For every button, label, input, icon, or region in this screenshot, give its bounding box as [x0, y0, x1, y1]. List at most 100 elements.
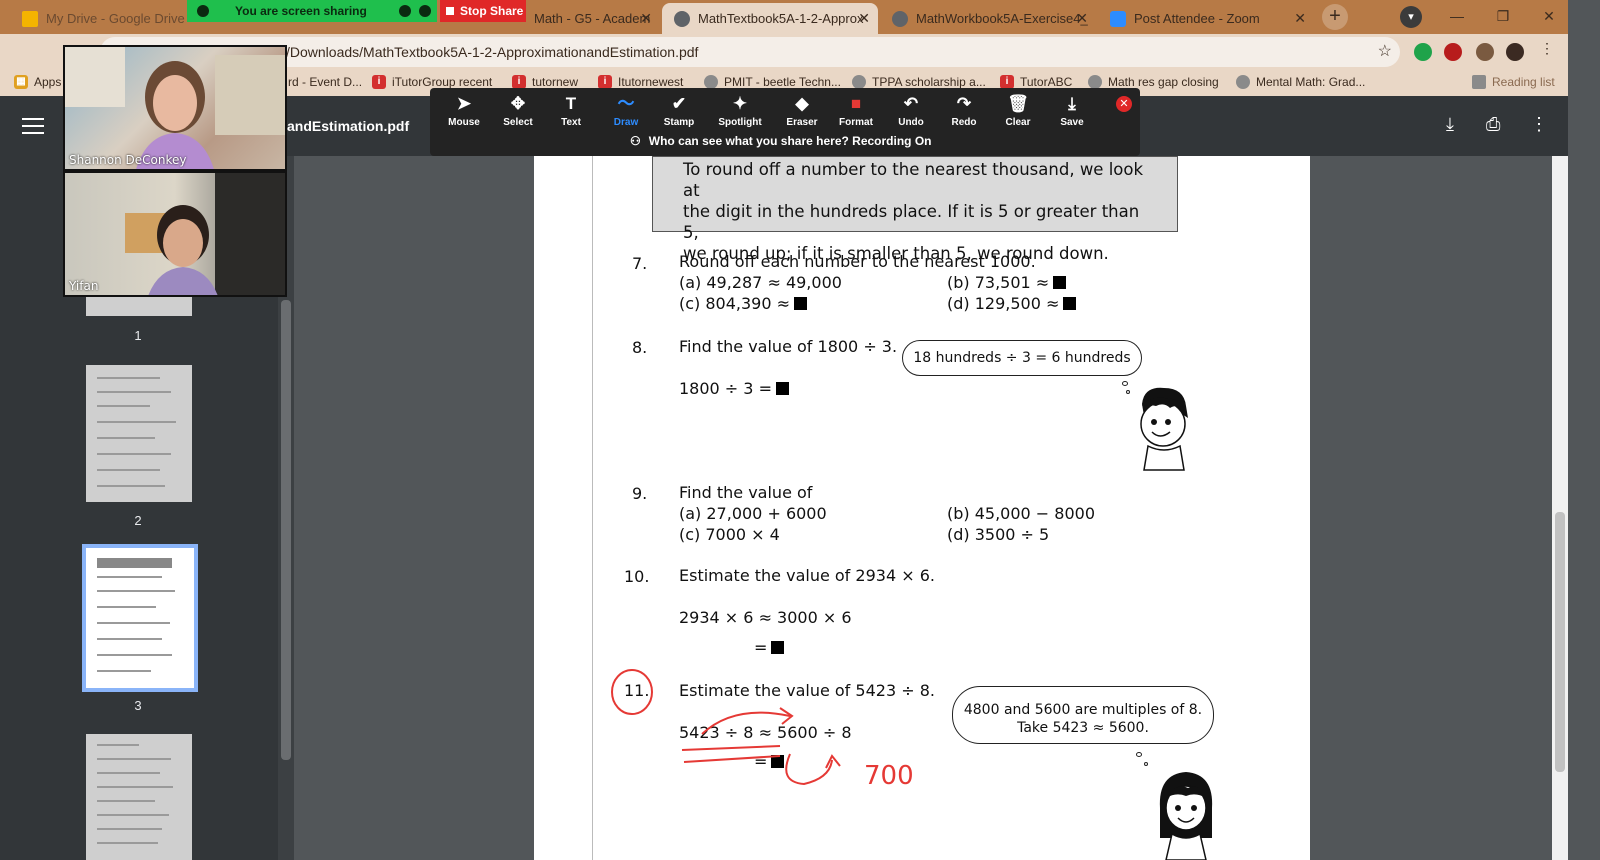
eraser-tool[interactable]: ◆ Eraser	[776, 93, 828, 128]
select-tool[interactable]: ✥ Select	[492, 93, 544, 128]
reading-list[interactable]: Reading list	[1472, 75, 1555, 89]
bookmark-label: Apps	[34, 75, 62, 89]
page-scrollbar-thumb[interactable]	[1555, 512, 1565, 772]
page-thumbnail-4[interactable]	[86, 734, 192, 860]
page-thumbnail-1[interactable]	[86, 296, 192, 316]
globe-icon	[1088, 75, 1102, 89]
more-menu-icon[interactable]: ⋮	[1540, 40, 1558, 58]
avatar[interactable]	[1506, 43, 1524, 61]
globe-icon	[892, 10, 908, 27]
bookmark-label: PMIT - beetle Techn...	[724, 75, 841, 89]
redo-icon: ↷	[956, 94, 972, 113]
page-scrollbar[interactable]	[1552, 156, 1568, 860]
text-tool[interactable]: T Text	[545, 93, 597, 128]
tool-label: Draw	[613, 117, 639, 128]
close-icon[interactable]: ✕	[858, 10, 870, 27]
bookmark-apps[interactable]: ▦ Apps	[14, 75, 61, 89]
page-thumbnail-3[interactable]	[82, 544, 198, 692]
tab-zoom[interactable]: Post Attendee - Zoom ✕	[1098, 3, 1314, 34]
new-tab-button[interactable]: +	[1322, 4, 1348, 30]
bookmark-tppa[interactable]: TPPA scholarship a...	[852, 75, 986, 89]
spotlight-tool[interactable]: ✦ Spotlight	[714, 93, 766, 128]
tool-label: Eraser	[786, 117, 818, 128]
ublock-icon[interactable]	[1444, 43, 1462, 61]
tab-google-drive[interactable]: My Drive - Google Drive	[10, 3, 190, 34]
close-window-button[interactable]: ✕	[1526, 0, 1572, 32]
sidebar-scrollbar-thumb[interactable]	[281, 300, 291, 760]
bookmark-label: Reading list	[1492, 75, 1555, 89]
close-icon[interactable]: ✕	[640, 10, 652, 27]
recording-note-text: Who can see what you share here? Recordi…	[648, 134, 932, 148]
print-icon[interactable]: ⎙	[1486, 114, 1500, 135]
tab-math-workbook[interactable]: MathWorkbook5A-Exercise4_ ✕	[880, 3, 1096, 34]
draw-tool[interactable]: 〜 Draw	[600, 93, 652, 128]
page-thumbnail-2[interactable]	[86, 365, 192, 502]
video-tile-participant[interactable]: Yifan	[63, 171, 287, 297]
eraser-icon: ◆	[795, 94, 809, 113]
address-bar[interactable]: /Downloads/MathTextbook5A-1-2-Approximat…	[100, 37, 1400, 67]
minimize-button[interactable]: —	[1434, 0, 1480, 32]
bookmark-label: rd - Event D...	[288, 75, 363, 89]
extension-icon[interactable]	[1414, 43, 1432, 61]
bookmark-label: Mental Math: Grad...	[1256, 75, 1366, 89]
itutor-icon: i	[1000, 75, 1014, 89]
bookmark-pmit[interactable]: PMIT - beetle Techn...	[704, 75, 841, 89]
stop-share-button[interactable]: Stop Share	[440, 0, 526, 22]
bookmark-tutornew[interactable]: i tutornew	[512, 75, 578, 89]
draw-icon: 〜	[617, 94, 635, 113]
google-drive-icon	[22, 10, 38, 27]
bookmark-event[interactable]: rd - Event D...	[288, 75, 362, 89]
tab-label: My Drive - Google Drive	[46, 11, 185, 26]
itutor-icon: i	[598, 75, 612, 89]
tab-label: MathTextbook5A-1-2-Approx	[698, 11, 864, 26]
bookmark-itutornewest[interactable]: i Itutornewest	[598, 75, 683, 89]
clear-tool[interactable]: 🗑 Clear	[992, 93, 1044, 128]
bookmark-label: iTutorGroup recent	[392, 75, 493, 89]
tab-search-icon[interactable]: ▾	[1400, 6, 1422, 28]
pdf-page: To round off a number to the nearest tho…	[534, 156, 1310, 860]
zoom-annotation-toolbar: ➤ Mouse ✥ Select T Text 〜 Draw ✔ Stamp ✦ Spotl…	[430, 88, 1140, 156]
more-options-icon[interactable]: ⋮	[1530, 114, 1548, 135]
zoom-icon	[1110, 10, 1126, 27]
save-icon: ⤓	[1068, 94, 1076, 113]
close-icon[interactable]: ✕	[1294, 10, 1306, 27]
mouse-tool[interactable]: ➤ Mouse	[438, 93, 490, 128]
format-tool[interactable]: ■ Format	[830, 93, 882, 128]
apps-grid-icon: ▦	[14, 75, 28, 89]
close-annotation-button[interactable]: ✕	[1116, 96, 1132, 112]
star-icon[interactable]: ☆	[1378, 37, 1392, 67]
download-icon[interactable]: ⤓	[1446, 114, 1454, 135]
itutor-icon: i	[512, 75, 526, 89]
pdf-filename: andEstimation.pdf	[287, 118, 410, 134]
recording-note[interactable]: ⚇ Who can see what you share here? Record…	[630, 134, 932, 148]
globe-icon	[704, 75, 718, 89]
bookmark-label: Itutornewest	[618, 75, 684, 89]
redo-tool[interactable]: ↷ Redo	[938, 93, 990, 128]
tab-math-textbook[interactable]: MathTextbook5A-1-2-Approx ✕	[662, 3, 878, 34]
participant-name: Yifan	[69, 279, 99, 293]
bookmark-mental-math[interactable]: Mental Math: Grad...	[1236, 75, 1365, 89]
tool-label: Undo	[898, 117, 924, 128]
video-tile-host[interactable]: Shannon DeConkey	[63, 45, 287, 171]
globe-icon	[674, 10, 690, 27]
close-icon[interactable]: ✕	[1076, 10, 1088, 27]
tool-label: Spotlight	[718, 117, 762, 128]
tool-label: Stamp	[663, 117, 695, 128]
restore-button[interactable]: ❐	[1480, 0, 1526, 32]
bookmark-math-res[interactable]: Math res gap closing	[1088, 75, 1219, 89]
people-icon: ⚇	[630, 134, 641, 148]
tool-label: Format	[839, 117, 873, 128]
extensions-puzzle-icon[interactable]	[1476, 43, 1494, 61]
undo-tool[interactable]: ↶ Undo	[885, 93, 937, 128]
spotlight-icon: ✦	[732, 94, 748, 113]
mouse-icon: ➤	[456, 94, 472, 113]
save-tool[interactable]: ⤓ Save	[1046, 93, 1098, 128]
bookmark-itutorgroup[interactable]: i iTutorGroup recent	[372, 75, 492, 89]
stamp-tool[interactable]: ✔ Stamp	[653, 93, 705, 128]
reading-list-icon	[1472, 75, 1486, 89]
trash-icon: 🗑	[1007, 94, 1029, 113]
bookmark-tutorabc[interactable]: i TutorABC	[1000, 75, 1072, 89]
text-icon: T	[565, 94, 577, 113]
hamburger-menu-icon[interactable]	[22, 118, 44, 134]
tool-label: Select	[503, 117, 533, 128]
